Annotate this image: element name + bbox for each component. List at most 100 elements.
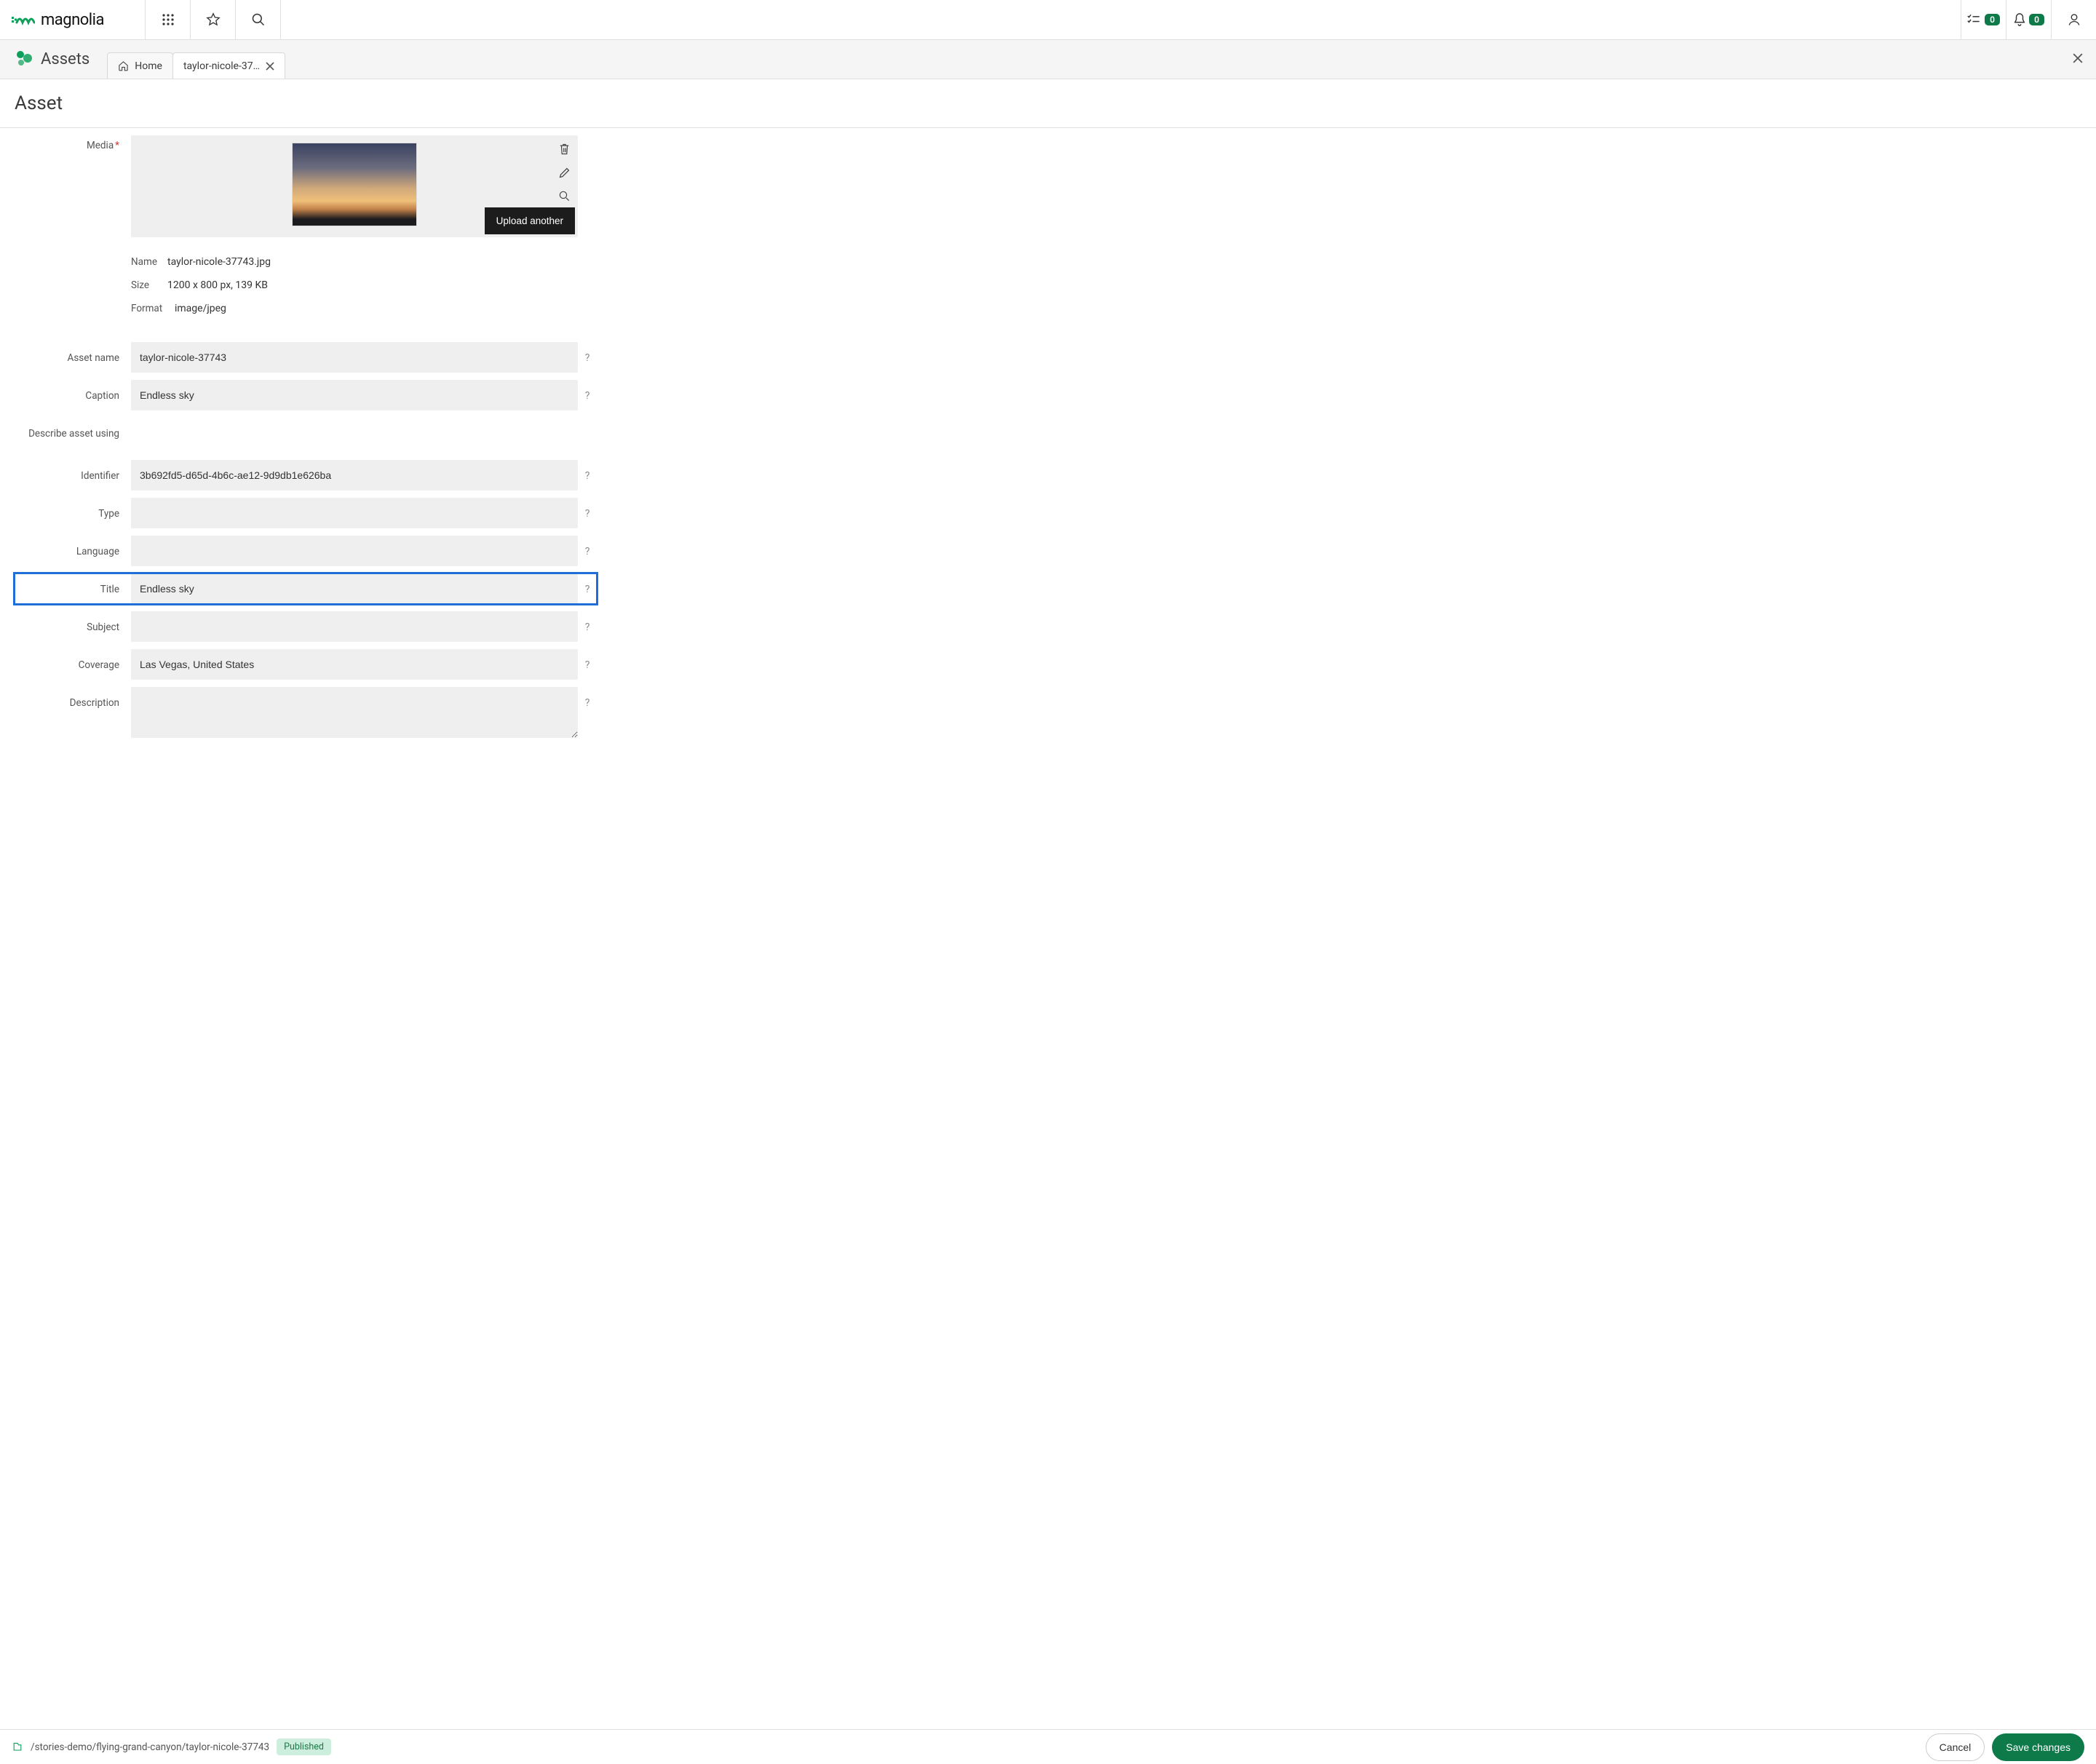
- type-input[interactable]: [131, 498, 578, 528]
- topbar-spacer: [281, 0, 1961, 39]
- tab-home[interactable]: Home: [107, 52, 173, 79]
- upload-another-button[interactable]: Upload another: [485, 207, 575, 234]
- media-size-value: 1200 x 800 px, 139 KB: [167, 279, 268, 291]
- asset-form: Media* U: [15, 119, 597, 777]
- save-button[interactable]: Save changes: [1992, 1733, 2084, 1761]
- home-icon: [118, 60, 129, 71]
- notifications-badge: 0: [2029, 14, 2044, 25]
- row-coverage: Coverage ?: [15, 649, 597, 680]
- row-language: Language ?: [15, 536, 597, 566]
- help-caption[interactable]: ?: [578, 380, 597, 402]
- subject-input[interactable]: [131, 611, 578, 642]
- media-box: Upload another: [131, 135, 578, 237]
- row-title: Title ?: [15, 573, 597, 604]
- media-format-row: Format image/jpeg: [131, 297, 578, 320]
- row-describe: Describe asset using: [15, 418, 597, 440]
- user-button[interactable]: [2051, 0, 2096, 39]
- title-input[interactable]: [131, 573, 578, 604]
- help-title[interactable]: ?: [578, 573, 597, 595]
- media-name-value: taylor-nicole-37743.jpg: [167, 256, 271, 268]
- help-description[interactable]: ?: [578, 687, 597, 709]
- tab-home-label: Home: [135, 60, 162, 72]
- status-badge: Published: [277, 1739, 331, 1755]
- media-thumbnail[interactable]: [292, 143, 417, 226]
- media-name-label: Name: [131, 256, 167, 268]
- required-marker: *: [115, 140, 119, 151]
- asset-name-input[interactable]: [131, 342, 578, 373]
- pencil-icon: [558, 167, 571, 179]
- trash-icon: [558, 143, 571, 156]
- brand-name: magnolia: [41, 11, 104, 29]
- help-identifier[interactable]: ?: [578, 460, 597, 482]
- media-edit-button[interactable]: [556, 164, 572, 180]
- label-title: Title: [15, 573, 131, 595]
- checklist-icon: [1967, 13, 1982, 26]
- notifications-button[interactable]: 0: [2006, 0, 2051, 39]
- row-identifier: Identifier ?: [15, 460, 597, 490]
- tab-close-button[interactable]: [266, 62, 274, 71]
- label-asset-name: Asset name: [15, 342, 131, 364]
- label-language: Language: [15, 536, 131, 557]
- description-input[interactable]: [131, 687, 578, 738]
- help-coverage[interactable]: ?: [578, 649, 597, 671]
- tab-active[interactable]: taylor-nicole-37…: [172, 52, 285, 79]
- footer: /stories-demo/flying-grand-canyon/taylor…: [0, 1729, 2096, 1764]
- apps-button[interactable]: [146, 0, 191, 39]
- topbar: magnolia 0 0: [0, 0, 2096, 40]
- help-language[interactable]: ?: [578, 536, 597, 557]
- footer-left: /stories-demo/flying-grand-canyon/taylor…: [12, 1739, 331, 1755]
- user-icon: [2067, 12, 2081, 27]
- close-icon: [266, 62, 274, 71]
- footer-path: /stories-demo/flying-grand-canyon/taylor…: [31, 1741, 269, 1753]
- logo-icon: [12, 13, 35, 26]
- tabs: Home taylor-nicole-37…: [107, 52, 285, 79]
- app-title: Assets: [15, 49, 90, 79]
- language-input[interactable]: [131, 536, 578, 566]
- row-description: Description ?: [15, 687, 597, 741]
- media-zoom-button[interactable]: [556, 188, 572, 204]
- label-coverage: Coverage: [15, 649, 131, 671]
- label-subject: Subject: [15, 611, 131, 633]
- coverage-input[interactable]: [131, 649, 578, 680]
- media-size-row: Size 1200 x 800 px, 139 KB: [131, 274, 578, 297]
- tasks-button[interactable]: 0: [1961, 0, 2006, 39]
- media-format-label: Format: [131, 303, 175, 314]
- star-icon: [206, 12, 221, 27]
- subheader: Assets Home taylor-nicole-37…: [0, 40, 2096, 79]
- row-caption: Caption ?: [15, 380, 597, 410]
- label-identifier: Identifier: [15, 460, 131, 482]
- help-type[interactable]: ?: [578, 498, 597, 520]
- bell-icon: [2013, 12, 2026, 27]
- node-icon: [12, 1741, 23, 1753]
- app-title-text: Assets: [41, 50, 90, 68]
- help-asset-name[interactable]: ?: [578, 342, 597, 364]
- tasks-badge: 0: [1985, 14, 2000, 25]
- search-button[interactable]: [236, 0, 281, 39]
- search-icon: [558, 190, 571, 202]
- label-description: Description: [15, 687, 131, 709]
- tab-active-label: taylor-nicole-37…: [183, 60, 260, 72]
- media-delete-button[interactable]: [556, 141, 572, 157]
- label-describe: Describe asset using: [15, 418, 131, 440]
- form-scroll: Media* U: [0, 119, 2096, 1729]
- row-asset-name: Asset name ?: [15, 342, 597, 373]
- cancel-button[interactable]: Cancel: [1926, 1733, 1985, 1761]
- page-title: Asset: [15, 92, 2081, 114]
- brand[interactable]: magnolia: [12, 11, 104, 29]
- logo-cell: magnolia: [0, 0, 146, 39]
- media-format-value: image/jpeg: [175, 303, 226, 314]
- close-icon: [2073, 53, 2083, 63]
- label-media: Media*: [15, 135, 131, 151]
- identifier-input[interactable]: [131, 460, 578, 490]
- row-subject: Subject ?: [15, 611, 597, 642]
- panel-close-button[interactable]: [2073, 53, 2083, 63]
- row-media: Media* U: [15, 135, 597, 320]
- search-icon: [251, 12, 266, 27]
- label-caption: Caption: [15, 380, 131, 402]
- help-subject[interactable]: ?: [578, 611, 597, 633]
- grid-icon: [162, 13, 175, 26]
- media-size-label: Size: [131, 279, 167, 291]
- caption-input[interactable]: [131, 380, 578, 410]
- label-type: Type: [15, 498, 131, 520]
- favorites-button[interactable]: [191, 0, 236, 39]
